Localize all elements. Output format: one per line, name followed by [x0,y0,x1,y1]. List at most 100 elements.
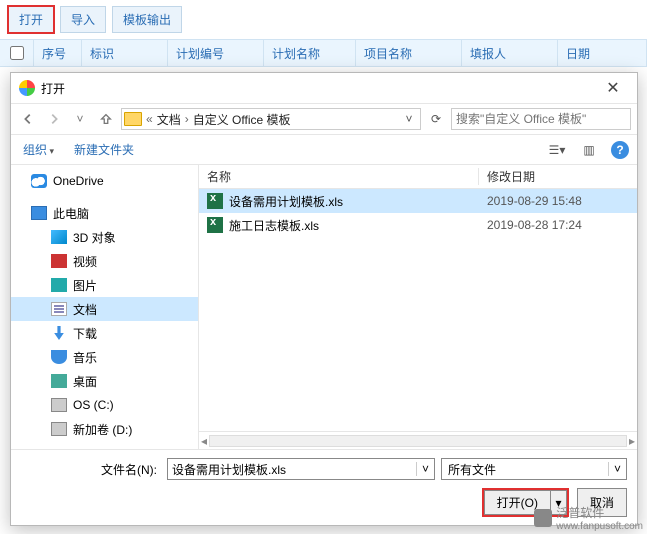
tree-video[interactable]: 视频 [11,249,198,273]
file-name: 设备需用计划模板.xls [229,193,343,210]
app-toolbar: 打开 导入 模板输出 [0,0,647,39]
filter-dropdown-icon[interactable]: ˅ [608,462,626,476]
picture-icon [51,278,67,292]
tree-label: 此电脑 [53,205,89,222]
tree-desktop[interactable]: 桌面 [11,369,198,393]
video-icon [51,254,67,268]
col-plan-no[interactable]: 计划编号 [168,40,264,66]
help-icon[interactable]: ? [611,141,629,159]
search-input[interactable] [452,112,630,126]
file-date: 2019-08-28 17:24 [479,218,582,232]
filter-combo[interactable]: 所有文件 ˅ [441,458,627,480]
pc-icon [31,206,47,220]
filename-combo[interactable]: ˅ [167,458,435,480]
button-row: 打开(O) ▾ 取消 [21,488,627,517]
dialog-toolbar: 组织 新建文件夹 ☰▾ ▥ ? [11,135,637,165]
xls-icon [207,217,223,233]
tree-label: 音乐 [73,349,97,366]
tree-os-c[interactable]: OS (C:) [11,393,198,417]
forward-icon[interactable] [43,108,65,130]
tree-newvol-d[interactable]: 新加卷 (D:) [11,417,198,441]
dialog-body: OneDrive 此电脑 3D 对象 视频 图片 文档 下载 音乐 桌面 OS … [11,165,637,449]
breadcrumb-folder[interactable]: 自定义 Office 模板 [189,111,295,128]
chevron-icon[interactable]: « [146,112,153,126]
open-split-icon[interactable]: ▾ [551,490,567,515]
tree-label: 桌面 [73,373,97,390]
document-icon [51,302,67,316]
select-all-cell [0,40,34,66]
tree-label: 3D 对象 [73,229,116,246]
file-row[interactable]: 施工日志模板.xls 2019-08-28 17:24 [199,213,637,237]
organize-menu[interactable]: 组织 [19,139,58,160]
nav-tree: OneDrive 此电脑 3D 对象 视频 图片 文档 下载 音乐 桌面 OS … [11,165,199,449]
address-bar[interactable]: « 文档 › 自定义 Office 模板 ˅ [121,108,421,130]
view-mode-icon[interactable]: ☰▾ [547,141,567,159]
search-box[interactable] [451,108,631,130]
scroll-track[interactable] [209,435,627,447]
tree-downloads[interactable]: 下载 [11,321,198,345]
tree-label: 视频 [73,253,97,270]
col-project-name[interactable]: 项目名称 [356,40,462,66]
tree-thispc[interactable]: 此电脑 [11,201,198,225]
address-dropdown-icon[interactable]: ˅ [400,112,418,126]
music-icon [51,350,67,364]
select-all-checkbox[interactable] [10,46,24,60]
open-button-highlight: 打开(O) ▾ [482,488,569,517]
col-reporter[interactable]: 填报人 [462,40,558,66]
tree-label: 图片 [73,277,97,294]
dialog-footer: 文件名(N): ˅ 所有文件 ˅ 打开(O) ▾ 取消 [11,449,637,525]
dialog-titlebar: 打开 ✕ [11,73,637,103]
tree-3d[interactable]: 3D 对象 [11,225,198,249]
xls-icon [207,193,223,209]
tree-label: OneDrive [53,174,104,188]
cube-icon [51,230,67,244]
col-name[interactable]: 名称 [199,168,479,185]
new-folder-button[interactable]: 新建文件夹 [70,139,138,160]
preview-pane-icon[interactable]: ▥ [579,141,599,159]
tree-music[interactable]: 音乐 [11,345,198,369]
filter-label: 所有文件 [442,461,608,478]
tree-documents[interactable]: 文档 [11,297,198,321]
tree-label: 新加卷 (D:) [73,421,132,438]
tree-pictures[interactable]: 图片 [11,273,198,297]
file-date: 2019-08-29 15:48 [479,194,582,208]
filename-input[interactable] [168,462,416,476]
col-modified[interactable]: 修改日期 [479,168,543,185]
cancel-button[interactable]: 取消 [577,488,627,517]
cloud-icon [31,174,47,188]
open-button[interactable]: 打开 [8,6,54,33]
refresh-icon[interactable]: ⟳ [425,112,447,126]
col-seq[interactable]: 序号 [34,40,82,66]
tree-label: OS (C:) [73,398,114,412]
file-row[interactable]: 设备需用计划模板.xls 2019-08-29 15:48 [199,189,637,213]
tree-label: 下载 [73,325,97,342]
file-open-dialog: 打开 ✕ ˅ « 文档 › 自定义 Office 模板 ˅ ⟳ 组织 新建文件夹… [10,72,638,526]
open-file-button[interactable]: 打开(O) [484,490,551,515]
scroll-left-icon[interactable]: ◂ [201,434,207,448]
tree-label: 文档 [73,301,97,318]
up-icon[interactable] [95,108,117,130]
download-icon [51,326,67,340]
scroll-right-icon[interactable]: ▸ [629,434,635,448]
filename-dropdown-icon[interactable]: ˅ [416,462,434,476]
close-icon[interactable]: ✕ [597,78,629,98]
breadcrumb-docs[interactable]: 文档 [153,111,185,128]
folder-icon [124,112,142,126]
file-list: 设备需用计划模板.xls 2019-08-29 15:48 施工日志模板.xls… [199,189,637,431]
desktop-icon [51,374,67,388]
col-plan-name[interactable]: 计划名称 [264,40,356,66]
file-area: 名称 修改日期 设备需用计划模板.xls 2019-08-29 15:48 施工… [199,165,637,449]
import-button[interactable]: 导入 [60,6,106,33]
file-columns: 名称 修改日期 [199,165,637,189]
drive-icon [51,422,67,436]
dialog-nav: ˅ « 文档 › 自定义 Office 模板 ˅ ⟳ [11,103,637,135]
recent-icon[interactable]: ˅ [69,108,91,130]
col-date[interactable]: 日期 [558,40,647,66]
tree-onedrive[interactable]: OneDrive [11,169,198,193]
template-output-button[interactable]: 模板输出 [112,6,182,33]
filename-label: 文件名(N): [21,461,161,478]
h-scrollbar[interactable]: ◂ ▸ [199,431,637,449]
col-label[interactable]: 标识 [82,40,168,66]
table-header: 序号 标识 计划编号 计划名称 项目名称 填报人 日期 [0,39,647,67]
back-icon[interactable] [17,108,39,130]
